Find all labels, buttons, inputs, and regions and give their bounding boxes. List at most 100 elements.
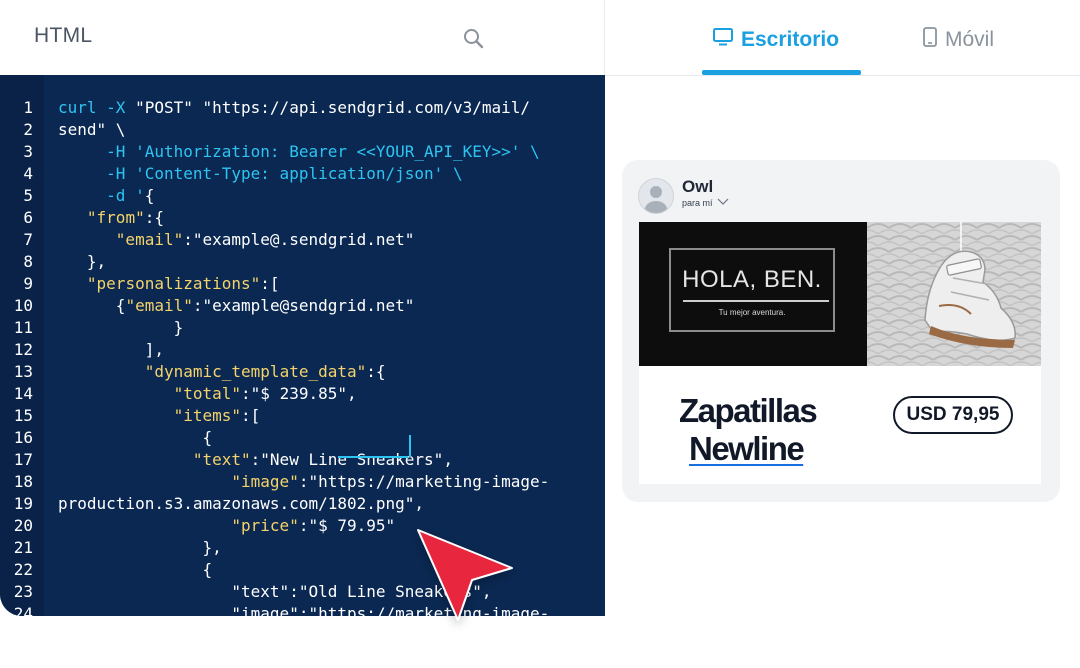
recipient-label: para mí — [682, 198, 713, 208]
code-line[interactable]: 13 "dynamic_template_data":{ — [0, 361, 605, 383]
code-text[interactable]: { — [58, 559, 212, 581]
code-token: "total" — [173, 384, 242, 403]
line-number: 4 — [23, 164, 33, 183]
code-token: :"example@.sendgrid.net" — [183, 230, 415, 249]
code-token: -H 'Authorization: Bearer <<YOUR_API_KEY… — [58, 142, 540, 161]
code-text[interactable]: {"email":"example@sendgrid.net" — [58, 295, 415, 317]
code-text[interactable]: curl -X "POST" "https://api.sendgrid.com… — [58, 97, 530, 119]
code-text[interactable]: }, — [58, 251, 106, 273]
code-text[interactable]: "email":"example@.sendgrid.net" — [58, 229, 415, 251]
line-number: 24 — [13, 604, 33, 616]
code-text[interactable]: "items":[ — [58, 405, 261, 427]
product-name-line1: Zapatillas — [679, 392, 818, 429]
code-line[interactable]: 3 -H 'Authorization: Bearer <<YOUR_API_K… — [0, 141, 605, 163]
code-token: :{ — [144, 208, 164, 227]
code-line[interactable]: 7 "email":"example@.sendgrid.net" — [0, 229, 605, 251]
code-line[interactable]: 4 -H 'Content-Type: application/json' \ — [0, 163, 605, 185]
code-line[interactable]: 14 "total":"$ 239.85", — [0, 383, 605, 405]
sender-name: Owl — [682, 177, 714, 196]
tab-desktop[interactable]: Escritorio — [713, 26, 839, 54]
line-number: 6 — [23, 208, 33, 227]
hero-title: HOLA, BEN. — [682, 266, 822, 293]
line-number: 22 — [13, 560, 33, 579]
code-token: }, — [58, 252, 107, 271]
code-line[interactable]: 10 {"email":"example@sendgrid.net" — [0, 295, 605, 317]
code-text[interactable]: "personalizations":[ — [58, 273, 280, 295]
code-token: :[ — [241, 406, 261, 425]
code-token: "items" — [173, 406, 242, 425]
code-line[interactable]: 2 send" \ — [0, 119, 605, 141]
code-line[interactable]: 5 -d '{ — [0, 185, 605, 207]
code-token: { — [58, 296, 126, 315]
code-text[interactable]: production.s3.amazonaws.com/1802.png", — [58, 493, 424, 515]
code-line[interactable]: 8 }, — [0, 251, 605, 273]
code-text[interactable]: "price":"$ 79.95" — [58, 515, 395, 537]
code-token: "text" — [192, 450, 251, 469]
code-token: "from" — [86, 208, 145, 227]
code-token: curl -X — [58, 98, 136, 117]
price-badge: USD 79,95 — [893, 396, 1013, 434]
code-text[interactable]: -H 'Content-Type: application/json' \ — [58, 163, 462, 185]
code-token: ], — [58, 340, 164, 359]
desktop-icon — [713, 28, 733, 52]
line-number: 3 — [23, 142, 33, 161]
line-number: 20 — [13, 516, 33, 535]
line-number: 5 — [23, 186, 33, 205]
hero-subtitle: Tu mejor aventura. — [718, 308, 786, 317]
editor-title: HTML — [34, 24, 93, 47]
code-line[interactable]: 12 ], — [0, 339, 605, 361]
code-text[interactable]: -d '{ — [58, 185, 154, 207]
code-line[interactable]: 15 "items":[ — [0, 405, 605, 427]
tab-mobile[interactable]: Móvil — [923, 26, 994, 54]
code-text[interactable]: { — [58, 427, 212, 449]
code-text[interactable]: "from":{ — [58, 207, 164, 229]
code-line[interactable]: 19 production.s3.amazonaws.com/1802.png", — [0, 493, 605, 515]
code-text[interactable]: "dynamic_template_data":{ — [58, 361, 386, 383]
code-line[interactable]: 11 } — [0, 317, 605, 339]
product-name-line2: Newline — [689, 430, 805, 467]
code-text[interactable]: "image":"https://marketing-image- — [58, 471, 549, 493]
cursor-arrow-icon — [408, 522, 518, 632]
code-text[interactable]: "total":"$ 239.85", — [58, 383, 357, 405]
recipient-line[interactable]: para mí — [682, 198, 729, 208]
code-line[interactable]: 6 "from":{ — [0, 207, 605, 229]
code-line[interactable]: 16 { — [0, 427, 605, 449]
line-number: 8 — [23, 252, 33, 271]
code-token: :{ — [366, 362, 386, 381]
line-number: 17 — [13, 450, 33, 469]
code-text[interactable]: ], — [58, 339, 164, 361]
code-line[interactable]: 18 "image":"https://marketing-image- — [0, 471, 605, 493]
mobile-phone-icon — [923, 27, 937, 53]
tab-mobile-label: Móvil — [945, 28, 995, 51]
line-number: 15 — [13, 406, 33, 425]
email-body: HOLA, BEN. Tu mejor aventura. Zapatillas… — [639, 222, 1041, 484]
line-number: 1 — [23, 98, 33, 117]
code-line[interactable]: 1 curl -X "POST" "https://api.sendgrid.co… — [0, 97, 605, 119]
code-token: :"New Line Sneakers", — [250, 450, 453, 469]
hero-banner: HOLA, BEN. Tu mejor aventura. — [639, 222, 867, 366]
hero-divider — [683, 300, 829, 302]
line-number: 23 — [13, 582, 33, 601]
code-line[interactable]: 17 "text":"New Line Sneakers", — [0, 449, 605, 471]
code-line[interactable]: 9 "personalizations":[ — [0, 273, 605, 295]
product-name: Zapatillas Newline — [679, 392, 818, 468]
line-number: 14 — [13, 384, 33, 403]
search-icon[interactable] — [462, 27, 486, 51]
code-text[interactable]: } — [58, 317, 184, 339]
code-text[interactable]: }, — [58, 537, 221, 559]
code-token: production.s3.amazonaws.com/1802.png", — [58, 494, 425, 513]
line-number: 10 — [13, 296, 33, 315]
preview-header: Escritorio Móvil — [605, 0, 1080, 76]
code-token: :"https://marketing-image- — [298, 472, 550, 491]
code-text[interactable]: -H 'Authorization: Bearer <<YOUR_API_KEY… — [58, 141, 540, 163]
code-text[interactable]: "text":"New Line Sneakers", — [58, 449, 453, 471]
code-text[interactable]: send" \ — [58, 119, 125, 141]
line-number: 19 — [13, 494, 33, 513]
